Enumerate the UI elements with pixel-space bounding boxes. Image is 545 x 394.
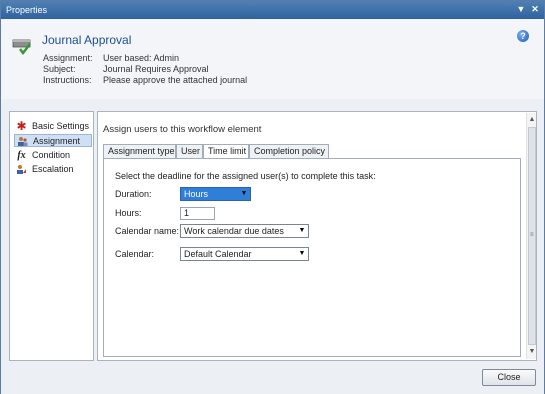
grip-icon: ≡: [530, 232, 534, 238]
sidebar-item-basic-settings[interactable]: ✱ Basic Settings: [14, 120, 92, 133]
chevron-down-icon[interactable]: ▼: [296, 225, 308, 237]
sidebar-item-escalation[interactable]: Escalation: [14, 163, 92, 176]
journal-approval-icon: [12, 39, 31, 55]
subject-value: Journal Requires Approval: [103, 64, 209, 74]
sidebar-item-assignment[interactable]: Assignment: [14, 134, 92, 147]
scrollbar-thumb[interactable]: ≡: [528, 127, 536, 345]
title-bar[interactable]: Properties ▼ ✕: [1, 1, 544, 19]
duration-value: Hours: [184, 189, 209, 199]
calendar-value: Default Calendar: [184, 249, 252, 259]
window-title: Properties: [6, 5, 48, 15]
header-panel: Journal Approval ? Assignment: User base…: [1, 19, 544, 99]
calendar-label: Calendar:: [115, 249, 155, 259]
sidebar-item-label: Escalation: [32, 164, 74, 174]
scroll-up-icon[interactable]: ▲: [527, 115, 537, 125]
window-close-icon[interactable]: ✕: [529, 4, 541, 15]
window-menu-dropdown-icon[interactable]: ▼: [515, 4, 527, 15]
tab-assignment-type[interactable]: Assignment type: [103, 144, 176, 159]
duration-label: Duration:: [115, 189, 152, 199]
instructions-value: Please approve the attached journal: [103, 75, 248, 85]
chevron-down-icon[interactable]: ▼: [296, 248, 308, 260]
users-icon: [17, 136, 28, 147]
calendar-name-select[interactable]: Work calendar due dates ▼: [180, 224, 309, 238]
sidebar-item-condition[interactable]: fx Condition: [14, 149, 92, 162]
sidebar-item-label: Assignment: [33, 136, 81, 146]
time-limit-panel: Select the deadline for the assigned use…: [103, 158, 521, 357]
instructions-label: Instructions:: [43, 75, 92, 85]
sidebar-item-label: Basic Settings: [32, 121, 90, 131]
calendar-name-label: Calendar name:: [115, 226, 180, 236]
calendar-name-value: Work calendar due dates: [184, 226, 284, 236]
duration-select[interactable]: Hours ▼: [180, 187, 251, 201]
escalation-icon: [16, 164, 27, 175]
page-title: Journal Approval: [42, 33, 132, 47]
hours-input[interactable]: 1: [180, 207, 215, 220]
settings-sidebar: ✱ Basic Settings Assignment fx Condition…: [9, 111, 94, 361]
hours-label: Hours:: [115, 208, 142, 218]
footer-bar: Close: [1, 363, 544, 394]
tab-user[interactable]: User: [176, 144, 203, 159]
subject-label: Subject:: [43, 64, 76, 74]
assignment-value: User based: Admin: [103, 53, 180, 63]
assignment-label: Assignment:: [43, 53, 93, 63]
fx-icon: fx: [17, 150, 26, 161]
help-icon[interactable]: ?: [517, 30, 529, 42]
content-panel: Assign users to this workflow element As…: [97, 111, 537, 361]
chevron-down-icon[interactable]: ▼: [238, 188, 250, 200]
scroll-down-icon[interactable]: ▼: [527, 347, 537, 357]
vertical-scrollbar[interactable]: ▲ ≡ ▼: [526, 113, 536, 359]
close-button[interactable]: Close: [482, 369, 536, 386]
section-title: Assign users to this workflow element: [103, 124, 262, 135]
red-star-icon: ✱: [16, 119, 27, 133]
sidebar-item-label: Condition: [32, 150, 71, 160]
deadline-instruction: Select the deadline for the assigned use…: [115, 171, 376, 181]
calendar-select[interactable]: Default Calendar ▼: [180, 247, 309, 261]
properties-window: Properties ▼ ✕ Journal Approval ? Assign…: [0, 0, 545, 394]
tab-completion-policy[interactable]: Completion policy: [249, 144, 329, 159]
